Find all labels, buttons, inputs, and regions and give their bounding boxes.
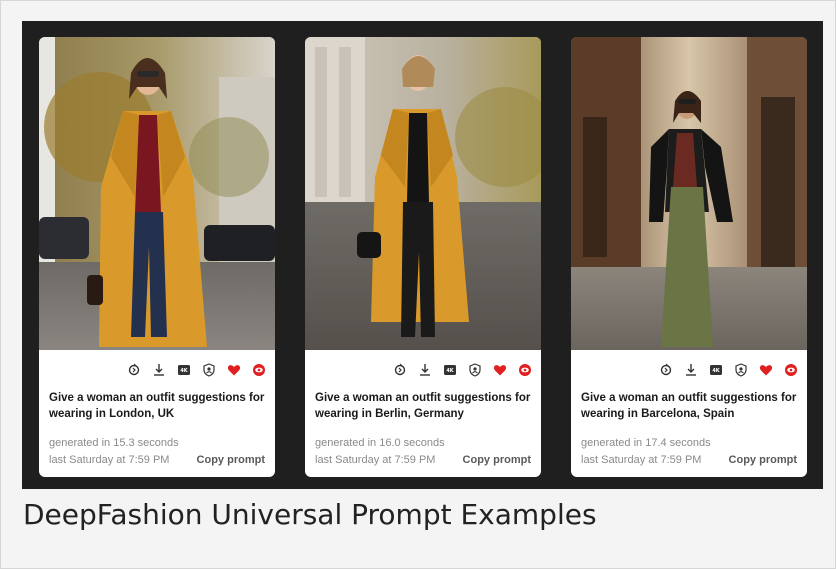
figure-caption: DeepFashion Universal Prompt Examples xyxy=(23,498,597,531)
barcelona-street-image xyxy=(571,37,807,350)
remix-icon[interactable] xyxy=(392,362,408,378)
avatar-shield-icon[interactable] xyxy=(201,362,217,378)
image-card-berlin[interactable]: 4K Give a woman an outfit suggestions fo… xyxy=(305,37,541,477)
upscale-4k-icon[interactable]: 4K xyxy=(176,362,192,378)
heart-icon[interactable] xyxy=(492,362,508,378)
timestamp: last Saturday at 7:59 PM xyxy=(49,454,170,466)
eye-icon[interactable] xyxy=(517,362,533,378)
berlin-street-image xyxy=(305,37,541,350)
copy-prompt-button[interactable]: Copy prompt xyxy=(729,454,797,466)
prompt-text: Give a woman an outfit suggestions for w… xyxy=(581,392,797,420)
heart-icon[interactable] xyxy=(226,362,242,378)
generation-time: generated in 15.3 seconds xyxy=(49,437,179,449)
london-street-image xyxy=(39,37,275,350)
generated-image[interactable] xyxy=(39,37,275,350)
remix-icon[interactable] xyxy=(658,362,674,378)
heart-icon[interactable] xyxy=(758,362,774,378)
prompt-text: Give a woman an outfit suggestions for w… xyxy=(315,392,531,420)
eye-icon[interactable] xyxy=(251,362,267,378)
upscale-4k-icon[interactable]: 4K xyxy=(442,362,458,378)
copy-prompt-button[interactable]: Copy prompt xyxy=(463,454,531,466)
generation-time: generated in 16.0 seconds xyxy=(315,437,445,449)
card-actions: 4K xyxy=(392,362,533,378)
copy-prompt-button[interactable]: Copy prompt xyxy=(197,454,265,466)
eye-icon[interactable] xyxy=(783,362,799,378)
svg-text:4K: 4K xyxy=(446,368,454,374)
timestamp: last Saturday at 7:59 PM xyxy=(581,454,702,466)
download-icon[interactable] xyxy=(151,362,167,378)
upscale-4k-icon[interactable]: 4K xyxy=(708,362,724,378)
generated-image[interactable] xyxy=(571,37,807,350)
generated-image[interactable] xyxy=(305,37,541,350)
svg-text:4K: 4K xyxy=(712,368,720,374)
avatar-shield-icon[interactable] xyxy=(733,362,749,378)
timestamp: last Saturday at 7:59 PM xyxy=(315,454,436,466)
svg-text:4K: 4K xyxy=(180,368,188,374)
download-icon[interactable] xyxy=(683,362,699,378)
image-card-london[interactable]: 4K Give a woman an outfit suggestions fo… xyxy=(39,37,275,477)
prompt-text: Give a woman an outfit suggestions for w… xyxy=(49,392,265,420)
image-card-barcelona[interactable]: 4K Give a woman an outfit suggestions fo… xyxy=(571,37,807,477)
generation-time: generated in 17.4 seconds xyxy=(581,437,711,449)
card-actions: 4K xyxy=(126,362,267,378)
image-gallery: 4K Give a woman an outfit suggestions fo… xyxy=(22,21,823,489)
remix-icon[interactable] xyxy=(126,362,142,378)
card-actions: 4K xyxy=(658,362,799,378)
avatar-shield-icon[interactable] xyxy=(467,362,483,378)
download-icon[interactable] xyxy=(417,362,433,378)
page-frame: 4K Give a woman an outfit suggestions fo… xyxy=(0,0,836,569)
